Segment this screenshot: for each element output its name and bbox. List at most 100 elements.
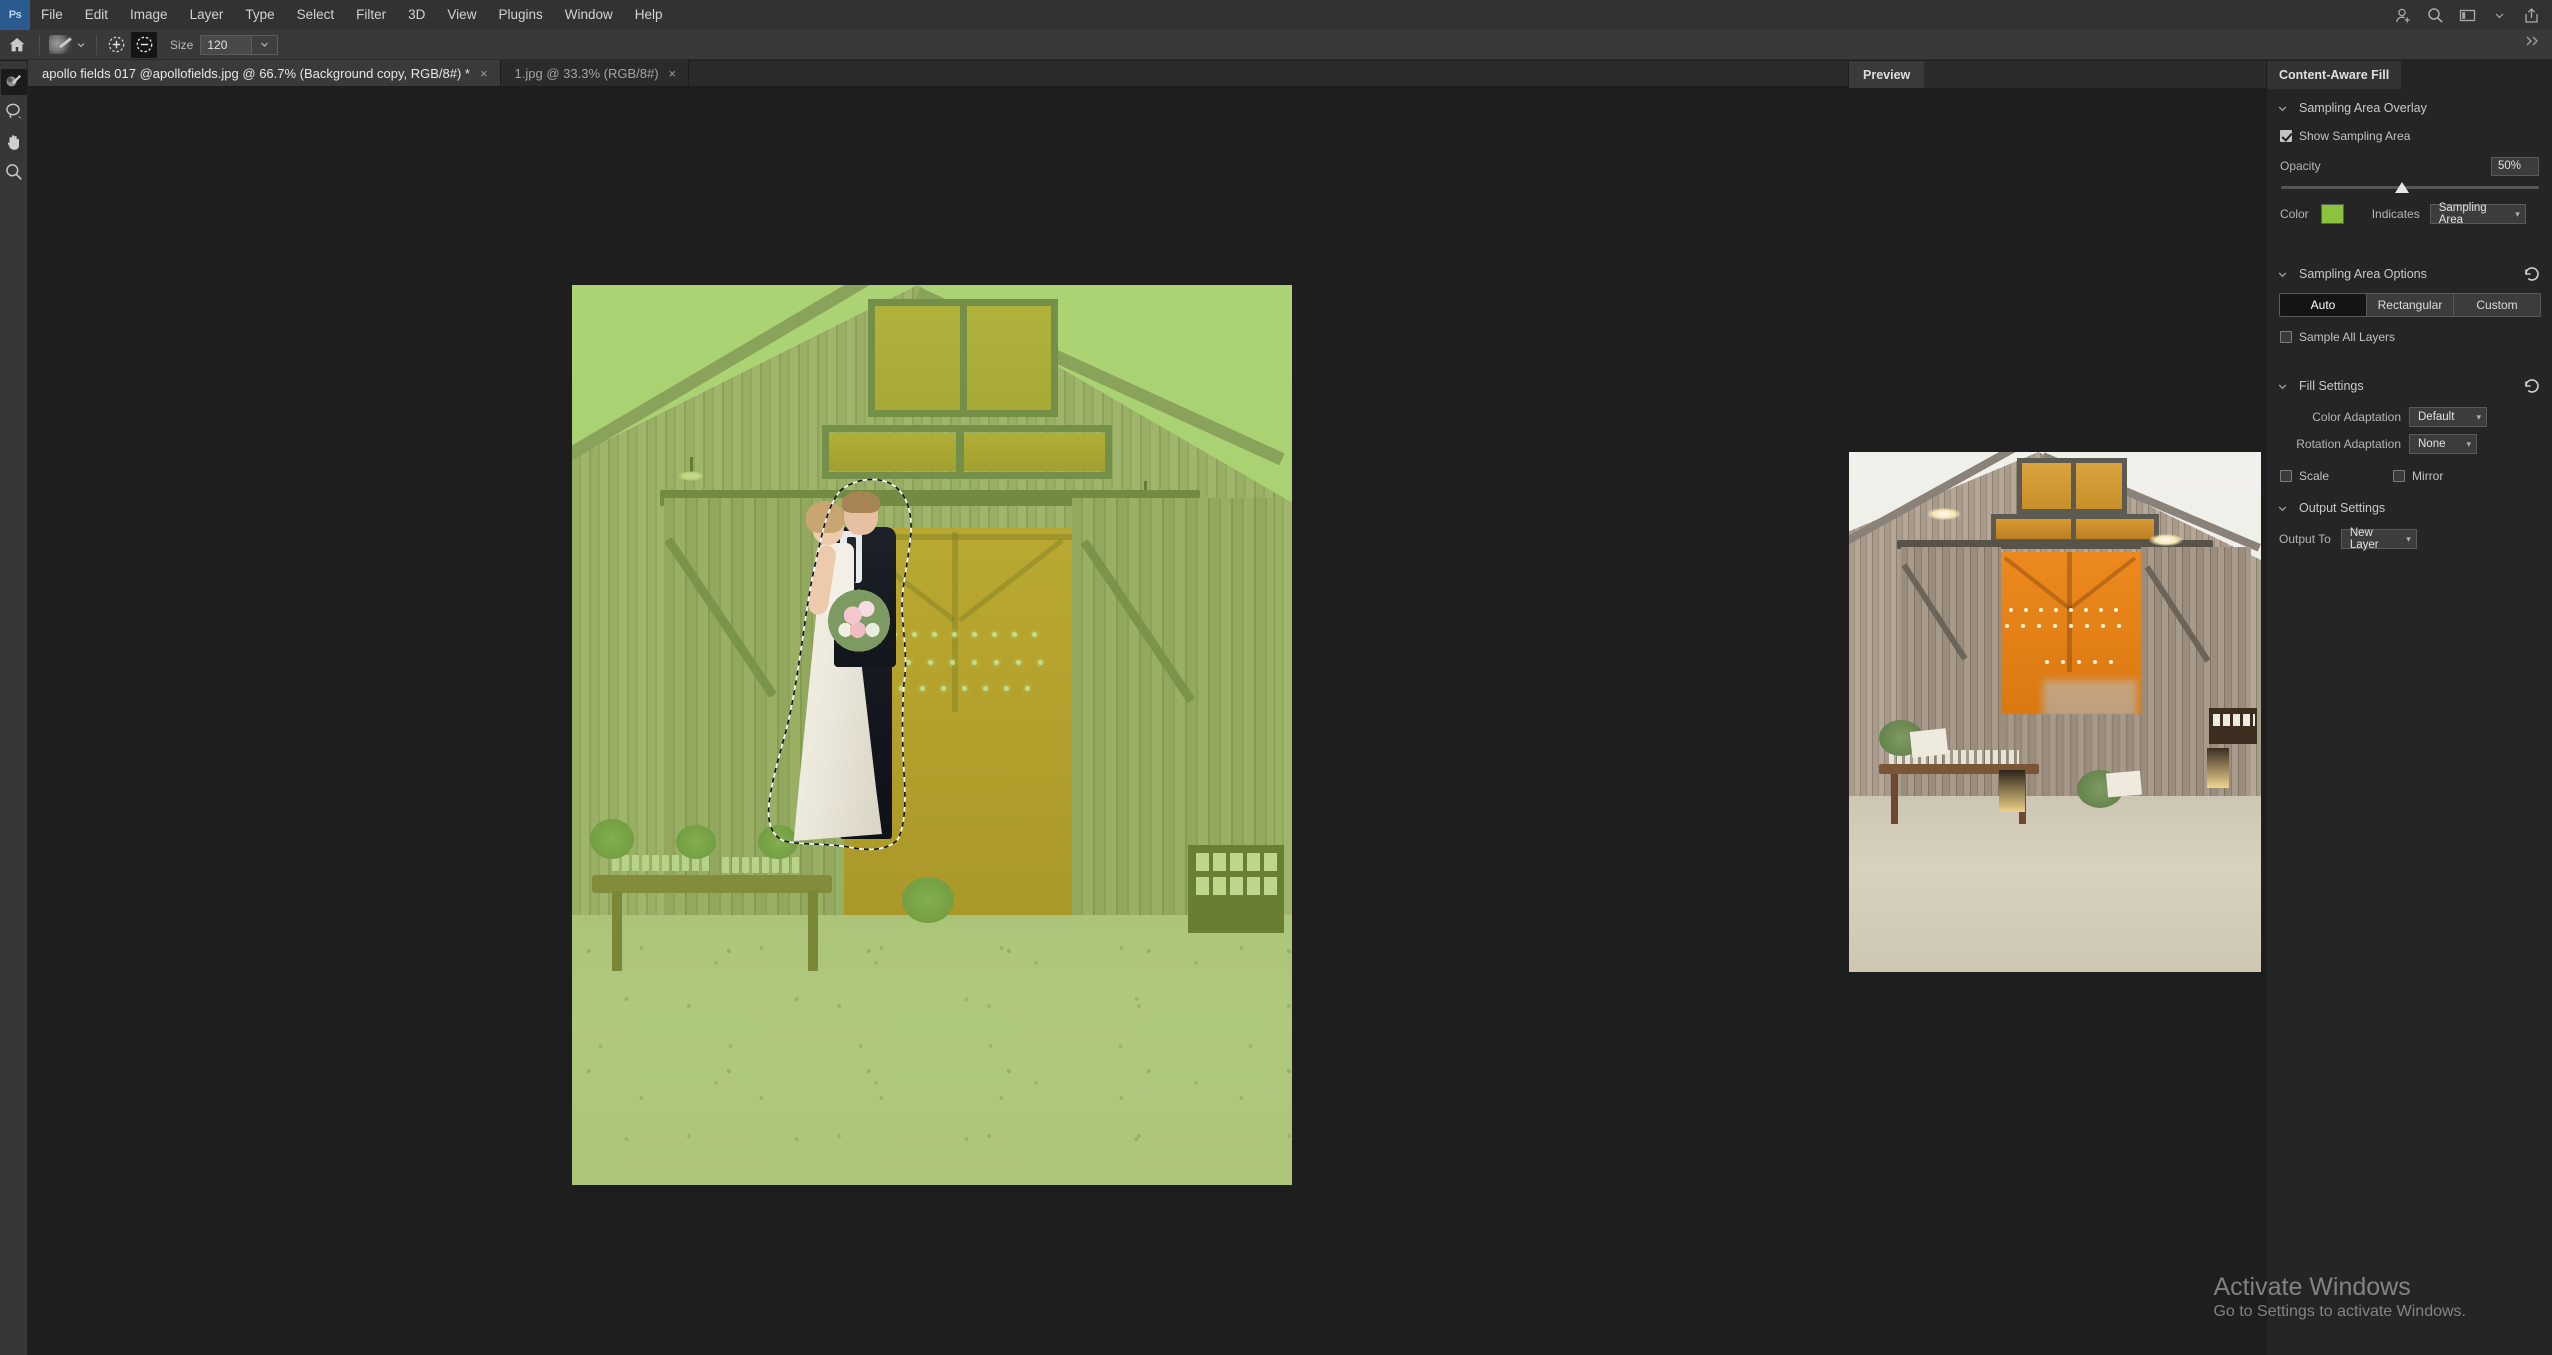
- workspace-icon[interactable]: [2452, 0, 2482, 30]
- preview-lantern: [1999, 770, 2025, 812]
- scale-mirror-row: Scale Mirror: [2267, 464, 2552, 488]
- tool-strip: [0, 61, 28, 1355]
- sampling-brush-tool[interactable]: [0, 69, 27, 95]
- share-icon[interactable]: [2516, 0, 2546, 30]
- upper-window: [868, 299, 1058, 417]
- mirror-checkbox[interactable]: [2393, 470, 2406, 482]
- reset-arrow-icon[interactable]: [2522, 264, 2541, 283]
- document-tab-apollo-fields[interactable]: apollo fields 017 @apollofields.jpg @ 66…: [28, 60, 501, 86]
- scale-checkbox[interactable]: [2280, 470, 2292, 482]
- close-icon[interactable]: ×: [480, 67, 488, 80]
- chevron-down-icon[interactable]: [2277, 269, 2289, 280]
- menu-help[interactable]: Help: [624, 0, 674, 30]
- tab-preview[interactable]: Preview: [1849, 61, 1925, 88]
- document-image[interactable]: [572, 285, 1292, 1185]
- output-to-label: Output To: [2279, 532, 2331, 546]
- menu-layer[interactable]: Layer: [179, 0, 235, 30]
- opacity-slider[interactable]: [2281, 180, 2539, 196]
- chevron-down-icon[interactable]: [2277, 503, 2289, 514]
- sampling-overlay-header[interactable]: Sampling Area Overlay: [2267, 95, 2552, 121]
- mirror-label: Mirror: [2412, 469, 2444, 483]
- menu-type[interactable]: Type: [234, 0, 285, 30]
- output-to-dropdown[interactable]: New Layer ▾: [2340, 527, 2417, 551]
- seating-card: [1196, 877, 1209, 895]
- seating-card: [1213, 877, 1226, 895]
- document-tab-1jpg[interactable]: 1.jpg @ 33.3% (RGB/8#) ×: [500, 60, 690, 86]
- rotation-adaptation-dropdown[interactable]: None ▾: [2409, 434, 2477, 454]
- chevron-down-icon[interactable]: [2484, 0, 2514, 30]
- preview-string-lights-2: [2005, 624, 2137, 628]
- reset-arrow-icon[interactable]: [2522, 376, 2541, 395]
- zoom-tool[interactable]: [1, 159, 27, 185]
- overlay-color-row: Color Indicates Sampling Area ▾: [2267, 202, 2552, 226]
- double-chevron-right-icon[interactable]: [2525, 35, 2540, 47]
- sampling-options-title: Sampling Area Options: [2299, 267, 2427, 281]
- brush-size-chevron-down-icon[interactable]: [252, 34, 279, 55]
- add-to-sampling-icon[interactable]: [103, 32, 129, 58]
- show-sampling-area-checkbox[interactable]: [2280, 130, 2292, 142]
- gravel-ground: [572, 915, 1292, 1185]
- sampling-area-mode-segments[interactable]: Auto Rectangular Custom: [2279, 293, 2541, 317]
- chevron-down-icon: [77, 42, 85, 47]
- subtract-from-sampling-icon[interactable]: [131, 31, 157, 58]
- indicates-dropdown[interactable]: Sampling Area ▾: [2429, 202, 2526, 226]
- preview-welcome-sign-left: [1909, 728, 1949, 758]
- sampling-options-header[interactable]: Sampling Area Options: [2267, 261, 2552, 287]
- opacity-slider-knob[interactable]: [2395, 182, 2410, 193]
- options-divider-2: [96, 34, 97, 55]
- close-icon[interactable]: ×: [669, 67, 677, 80]
- bridal-bouquet: [828, 589, 890, 655]
- seating-card: [1213, 853, 1226, 871]
- sample-all-layers-checkbox[interactable]: [2280, 331, 2292, 343]
- preview-body[interactable]: [1849, 88, 2267, 1355]
- rotation-adaptation-row: Rotation Adaptation None ▾: [2267, 432, 2552, 456]
- add-user-icon[interactable]: [2388, 0, 2418, 30]
- seating-card: [1230, 877, 1243, 895]
- preview-door-opening: [2001, 552, 2141, 728]
- show-sampling-area-row[interactable]: Show Sampling Area: [2267, 124, 2552, 148]
- truss-diag-right: [958, 538, 1064, 623]
- overlay-color-swatch[interactable]: [2320, 204, 2344, 224]
- brush-size-input[interactable]: 120: [200, 34, 253, 55]
- color-adaptation-dropdown[interactable]: Default ▾: [2409, 407, 2487, 427]
- menu-edit[interactable]: Edit: [74, 0, 119, 30]
- preview-panel: Preview: [1848, 61, 2267, 1355]
- bride-and-groom: [768, 481, 913, 851]
- preview-string-lights-3: [2045, 660, 2137, 664]
- sampling-brush-preset-picker[interactable]: [45, 33, 91, 57]
- menu-window[interactable]: Window: [554, 0, 624, 30]
- indicates-label: Indicates: [2371, 207, 2420, 221]
- menu-3d[interactable]: 3D: [397, 0, 436, 30]
- hand-tool[interactable]: [1, 129, 27, 155]
- fill-settings-title: Fill Settings: [2299, 379, 2364, 393]
- menu-filter[interactable]: Filter: [345, 0, 397, 30]
- preview-tab-strip: Preview: [1849, 61, 2267, 88]
- sampling-mode-auto[interactable]: Auto: [2280, 294, 2367, 316]
- chevron-down-icon[interactable]: [2277, 103, 2289, 114]
- seating-card: [1247, 853, 1260, 871]
- menu-plugins[interactable]: Plugins: [487, 0, 553, 30]
- chevron-down-icon[interactable]: [2277, 381, 2289, 392]
- output-settings-header[interactable]: Output Settings: [2267, 495, 2552, 521]
- tab-content-aware-fill[interactable]: Content-Aware Fill: [2267, 61, 2402, 89]
- preview-lantern-right: [2207, 748, 2229, 788]
- section-fill-settings: Fill Settings Color Adaptation Default ▾…: [2267, 373, 2552, 488]
- sampling-mode-custom[interactable]: Custom: [2454, 294, 2540, 316]
- color-adaptation-label: Color Adaptation: [2312, 410, 2401, 424]
- sample-all-layers-row[interactable]: Sample All Layers: [2267, 325, 2552, 349]
- sampling-brush-icon: [49, 35, 72, 54]
- canvas-area[interactable]: [28, 87, 1848, 1355]
- menu-select[interactable]: Select: [286, 0, 346, 30]
- menu-view[interactable]: View: [436, 0, 487, 30]
- sampling-mode-rectangular[interactable]: Rectangular: [2367, 294, 2454, 316]
- scale-label: Scale: [2299, 469, 2330, 483]
- lasso-tool[interactable]: [1, 99, 27, 125]
- preview-welcome-sign-center: [2106, 770, 2142, 798]
- menu-file[interactable]: File: [30, 0, 74, 30]
- search-icon[interactable]: [2420, 0, 2450, 30]
- section-output-settings: Output Settings Output To New Layer ▾: [2267, 495, 2552, 551]
- fill-settings-header[interactable]: Fill Settings: [2267, 373, 2552, 399]
- opacity-value-field[interactable]: 50%: [2491, 156, 2539, 176]
- menu-image[interactable]: Image: [119, 0, 179, 30]
- home-icon[interactable]: [0, 30, 34, 60]
